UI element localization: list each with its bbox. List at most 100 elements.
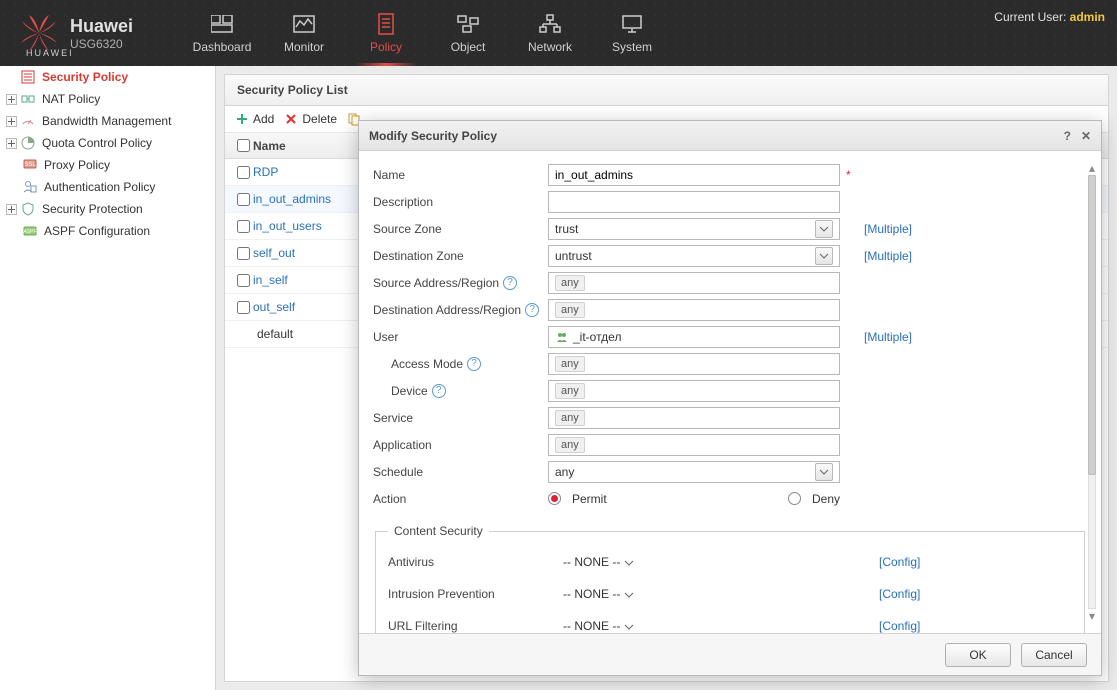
- config-link[interactable]: [Config]: [879, 555, 920, 569]
- deny-label: Deny: [812, 492, 840, 506]
- add-button[interactable]: Add: [235, 112, 274, 126]
- expand-icon[interactable]: [4, 114, 18, 128]
- antivirus-label: Antivirus: [388, 555, 563, 569]
- vertical-scrollbar[interactable]: ▴ ▾: [1085, 161, 1099, 623]
- device-label: Device ?: [373, 384, 548, 398]
- service-label: Service: [373, 411, 548, 425]
- nav-label: Network: [528, 40, 572, 54]
- multiple-link[interactable]: [Multiple]: [864, 249, 912, 263]
- nav-dashboard[interactable]: Dashboard: [181, 0, 263, 66]
- sidebar-item-nat-policy[interactable]: NAT Policy: [0, 88, 215, 110]
- help-icon[interactable]: ?: [432, 384, 446, 398]
- action-permit-radio[interactable]: Permit: [548, 492, 607, 506]
- row-checkbox[interactable]: [237, 166, 250, 179]
- help-icon[interactable]: ?: [467, 357, 481, 371]
- content-security-group: Content Security Antivirus -- NONE -- [C…: [375, 524, 1085, 633]
- user-input[interactable]: _it-отдел: [548, 326, 840, 348]
- quota-icon: [20, 135, 36, 151]
- application-input[interactable]: any: [548, 434, 840, 456]
- access-mode-input[interactable]: any: [548, 353, 840, 375]
- src-addr-label: Source Address/Region ?: [373, 276, 548, 290]
- dst-addr-input[interactable]: any: [548, 299, 840, 321]
- sidebar-item-proxy[interactable]: SSL Proxy Policy: [0, 154, 215, 176]
- cancel-button[interactable]: Cancel: [1021, 643, 1087, 667]
- nav-object[interactable]: Object: [427, 0, 509, 66]
- help-icon[interactable]: ?: [525, 303, 539, 317]
- dialog-body: Name * Description Source Zone trust [Mu…: [359, 151, 1101, 633]
- expand-icon[interactable]: [4, 92, 18, 106]
- expand-icon[interactable]: [4, 136, 18, 150]
- description-input[interactable]: [548, 191, 840, 213]
- nav-monitor[interactable]: Monitor: [263, 0, 345, 66]
- row-name[interactable]: RDP: [253, 165, 278, 179]
- ips-select[interactable]: -- NONE --: [563, 587, 855, 601]
- antivirus-select[interactable]: -- NONE --: [563, 555, 855, 569]
- sidebar-item-label: NAT Policy: [42, 92, 100, 106]
- multiple-link[interactable]: [Multiple]: [864, 330, 912, 344]
- dialog-footer: OK Cancel: [359, 633, 1101, 675]
- delete-button[interactable]: Delete: [284, 112, 337, 126]
- src-zone-label: Source Zone: [373, 222, 548, 236]
- row-checkbox[interactable]: [237, 247, 250, 260]
- name-input[interactable]: [548, 164, 840, 186]
- required-indicator: *: [846, 168, 851, 182]
- src-addr-input[interactable]: any: [548, 272, 840, 294]
- select-all-checkbox[interactable]: [237, 139, 250, 152]
- row-checkbox[interactable]: [237, 193, 250, 206]
- spacer: [4, 70, 18, 84]
- url-value: -- NONE --: [563, 619, 620, 633]
- dst-addr-label: Destination Address/Region ?: [373, 303, 548, 317]
- sidebar-item-aspf[interactable]: ASPF ASPF Configuration: [0, 220, 215, 242]
- row-checkbox[interactable]: [237, 274, 250, 287]
- src-zone-value: trust: [555, 222, 578, 236]
- dialog-header[interactable]: Modify Security Policy ? ✕: [359, 121, 1101, 151]
- scroll-down-icon[interactable]: ▾: [1085, 609, 1099, 623]
- row-checkbox[interactable]: [237, 301, 250, 314]
- row-name[interactable]: in_out_admins: [253, 192, 331, 206]
- help-icon[interactable]: ?: [1064, 129, 1071, 143]
- modify-policy-dialog: Modify Security Policy ? ✕ Name * Descri…: [358, 120, 1102, 676]
- current-user: Current User: admin: [994, 10, 1105, 24]
- close-icon[interactable]: ✕: [1081, 129, 1091, 143]
- sidebar-item-security-protection[interactable]: Security Protection: [0, 198, 215, 220]
- row-name[interactable]: in_self: [253, 273, 288, 287]
- row-name[interactable]: default: [253, 327, 293, 341]
- current-user-name: admin: [1070, 10, 1105, 24]
- src-zone-select[interactable]: trust: [548, 218, 840, 240]
- help-icon[interactable]: ?: [503, 276, 517, 290]
- row-name[interactable]: in_out_users: [253, 219, 322, 233]
- row-checkbox[interactable]: [237, 220, 250, 233]
- dashboard-icon: [210, 12, 234, 36]
- application-label: Application: [373, 438, 548, 452]
- sidebar-item-auth[interactable]: Authentication Policy: [0, 176, 215, 198]
- nav-network[interactable]: Network: [509, 0, 591, 66]
- sidebar-item-label: Security Protection: [42, 202, 143, 216]
- device-input[interactable]: any: [548, 380, 840, 402]
- nav-system[interactable]: System: [591, 0, 673, 66]
- row-name[interactable]: out_self: [253, 300, 295, 314]
- action-deny-radio[interactable]: Deny: [788, 492, 840, 506]
- sidebar-item-bandwidth[interactable]: Bandwidth Management: [0, 110, 215, 132]
- chevron-down-icon: [624, 619, 634, 633]
- add-label: Add: [253, 112, 274, 126]
- url-select[interactable]: -- NONE --: [563, 619, 855, 633]
- top-nav: Dashboard Monitor Policy Object Network: [181, 0, 673, 66]
- config-link[interactable]: [Config]: [879, 587, 920, 601]
- user-group-icon: [555, 330, 569, 344]
- config-link[interactable]: [Config]: [879, 619, 920, 633]
- scroll-up-icon[interactable]: ▴: [1085, 161, 1099, 175]
- service-input[interactable]: any: [548, 407, 840, 429]
- dst-zone-select[interactable]: untrust: [548, 245, 840, 267]
- description-label: Description: [373, 195, 548, 209]
- nav-policy[interactable]: Policy: [345, 0, 427, 66]
- expand-icon[interactable]: [4, 202, 18, 216]
- row-name[interactable]: self_out: [253, 246, 295, 260]
- sidebar-item-security-policy[interactable]: Security Policy: [0, 66, 215, 88]
- brand-model: USG6320: [70, 37, 133, 51]
- multiple-link[interactable]: [Multiple]: [864, 222, 912, 236]
- scroll-thumb[interactable]: [1088, 175, 1096, 475]
- schedule-select[interactable]: any: [548, 461, 840, 483]
- object-icon: [456, 12, 480, 36]
- sidebar-item-quota[interactable]: Quota Control Policy: [0, 132, 215, 154]
- ok-button[interactable]: OK: [945, 643, 1011, 667]
